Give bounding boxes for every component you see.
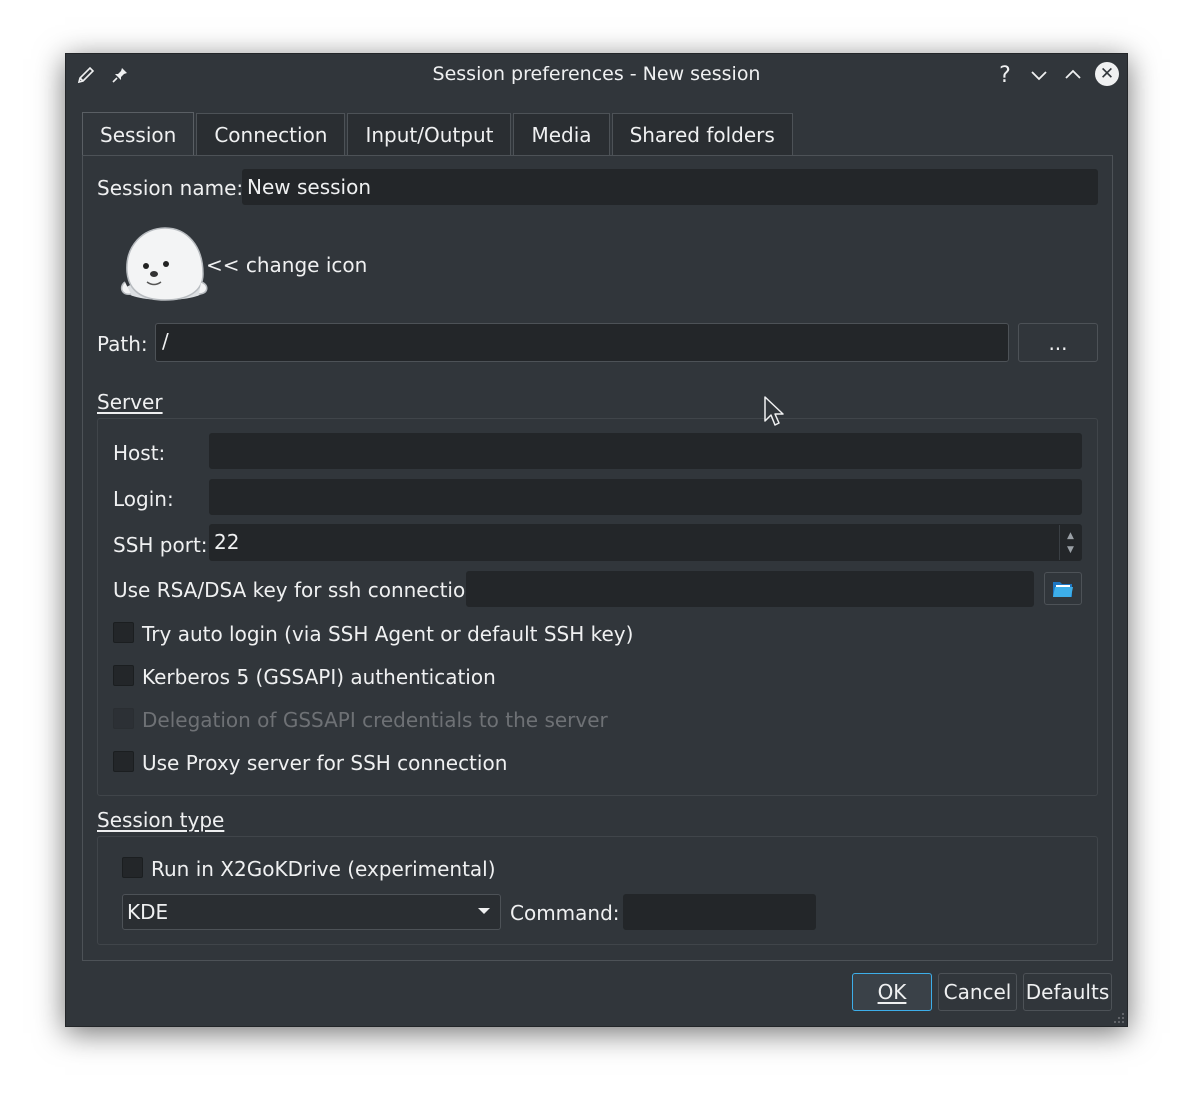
title-bar[interactable]: Session preferences - New session ? ✕ bbox=[66, 54, 1127, 96]
browse-path-label: ... bbox=[1048, 330, 1068, 355]
defaults-button-label: Defaults bbox=[1025, 980, 1110, 1004]
window-title: Session preferences - New session bbox=[432, 63, 761, 85]
chevron-down-icon bbox=[478, 908, 490, 914]
tab-input-output[interactable]: Input/Output bbox=[347, 113, 512, 156]
tab-bar: Session Connection Input/Output Media Sh… bbox=[82, 112, 795, 156]
minimize-icon[interactable] bbox=[1027, 63, 1051, 87]
session-preferences-dialog: Session preferences - New session ? ✕ Se… bbox=[65, 53, 1128, 1027]
login-label: Login: bbox=[113, 487, 174, 511]
host-input[interactable] bbox=[209, 433, 1082, 469]
path-label: Path: bbox=[97, 332, 148, 356]
tab-input-output-label: Input/Output bbox=[365, 123, 494, 147]
auto-login-label[interactable]: Try auto login (via SSH Agent or default… bbox=[142, 622, 633, 646]
tab-media[interactable]: Media bbox=[513, 113, 610, 156]
server-group-label: Server bbox=[97, 390, 163, 414]
resize-grip-icon[interactable] bbox=[1113, 1012, 1125, 1024]
command-label: Command: bbox=[510, 901, 620, 925]
session-name-label: Session name: bbox=[97, 176, 244, 200]
tab-session-label: Session bbox=[100, 122, 177, 147]
rsa-key-label: Use RSA/DSA key for ssh connection: bbox=[113, 578, 485, 602]
tab-connection-label: Connection bbox=[214, 123, 328, 147]
ok-button[interactable]: OK bbox=[852, 973, 932, 1011]
folder-open-icon bbox=[1053, 581, 1073, 597]
tab-session[interactable]: Session bbox=[82, 112, 195, 156]
spin-down-icon[interactable]: ▼ bbox=[1067, 543, 1074, 557]
kerberos-label[interactable]: Kerberos 5 (GSSAPI) authentication bbox=[142, 665, 496, 689]
gssapi-delegation-label: Delegation of GSSAPI credentials to the … bbox=[142, 708, 608, 732]
server-group-title: Server bbox=[97, 390, 163, 414]
session-name-input[interactable]: New session bbox=[242, 169, 1098, 205]
defaults-button[interactable]: Defaults bbox=[1023, 973, 1112, 1011]
tab-shared-folders-label: Shared folders bbox=[629, 123, 775, 147]
auto-login-checkbox[interactable] bbox=[113, 622, 134, 643]
tab-media-label: Media bbox=[531, 123, 592, 147]
session-type-group-label: Session type bbox=[97, 808, 224, 832]
session-tab-panel: Session name: New session << change icon… bbox=[82, 155, 1113, 961]
ok-button-label: OK bbox=[877, 980, 907, 1004]
help-icon[interactable]: ? bbox=[993, 63, 1017, 88]
tab-connection[interactable]: Connection bbox=[196, 113, 346, 156]
session-type-value: KDE bbox=[127, 900, 169, 924]
host-label: Host: bbox=[113, 441, 166, 465]
proxy-checkbox[interactable] bbox=[113, 751, 134, 772]
rsa-key-browse-button[interactable] bbox=[1044, 572, 1082, 605]
x2gokdrive-label[interactable]: Run in X2GoKDrive (experimental) bbox=[151, 857, 496, 881]
session-type-group-title: Session type bbox=[97, 808, 225, 832]
cancel-button-label: Cancel bbox=[943, 980, 1012, 1004]
command-input[interactable] bbox=[623, 894, 816, 930]
gssapi-delegation-checkbox bbox=[113, 708, 134, 729]
x2gokdrive-checkbox[interactable] bbox=[122, 857, 143, 878]
login-input[interactable] bbox=[209, 479, 1082, 515]
close-icon[interactable]: ✕ bbox=[1095, 62, 1119, 86]
rsa-key-input[interactable] bbox=[466, 571, 1034, 607]
ssh-port-stepper[interactable]: ▲ ▼ bbox=[1059, 525, 1081, 560]
ssh-port-value: 22 bbox=[214, 530, 240, 554]
session-type-select[interactable]: KDE bbox=[122, 894, 501, 930]
ssh-port-label: SSH port: bbox=[113, 533, 208, 557]
mouse-cursor-icon bbox=[764, 396, 784, 426]
session-seal-icon[interactable] bbox=[117, 224, 209, 304]
tab-shared-folders[interactable]: Shared folders bbox=[611, 113, 793, 156]
change-icon-button[interactable]: << change icon bbox=[206, 253, 367, 277]
maximize-icon[interactable] bbox=[1061, 63, 1085, 87]
ssh-port-spinbox[interactable]: 22 ▲ ▼ bbox=[209, 524, 1082, 561]
kerberos-checkbox[interactable] bbox=[113, 665, 134, 686]
cancel-button[interactable]: Cancel bbox=[938, 973, 1017, 1011]
server-groupbox bbox=[97, 418, 1098, 796]
proxy-label[interactable]: Use Proxy server for SSH connection bbox=[142, 751, 507, 775]
browse-path-button[interactable]: ... bbox=[1018, 323, 1098, 362]
spin-up-icon[interactable]: ▲ bbox=[1067, 529, 1074, 543]
path-input[interactable]: / bbox=[155, 323, 1009, 362]
